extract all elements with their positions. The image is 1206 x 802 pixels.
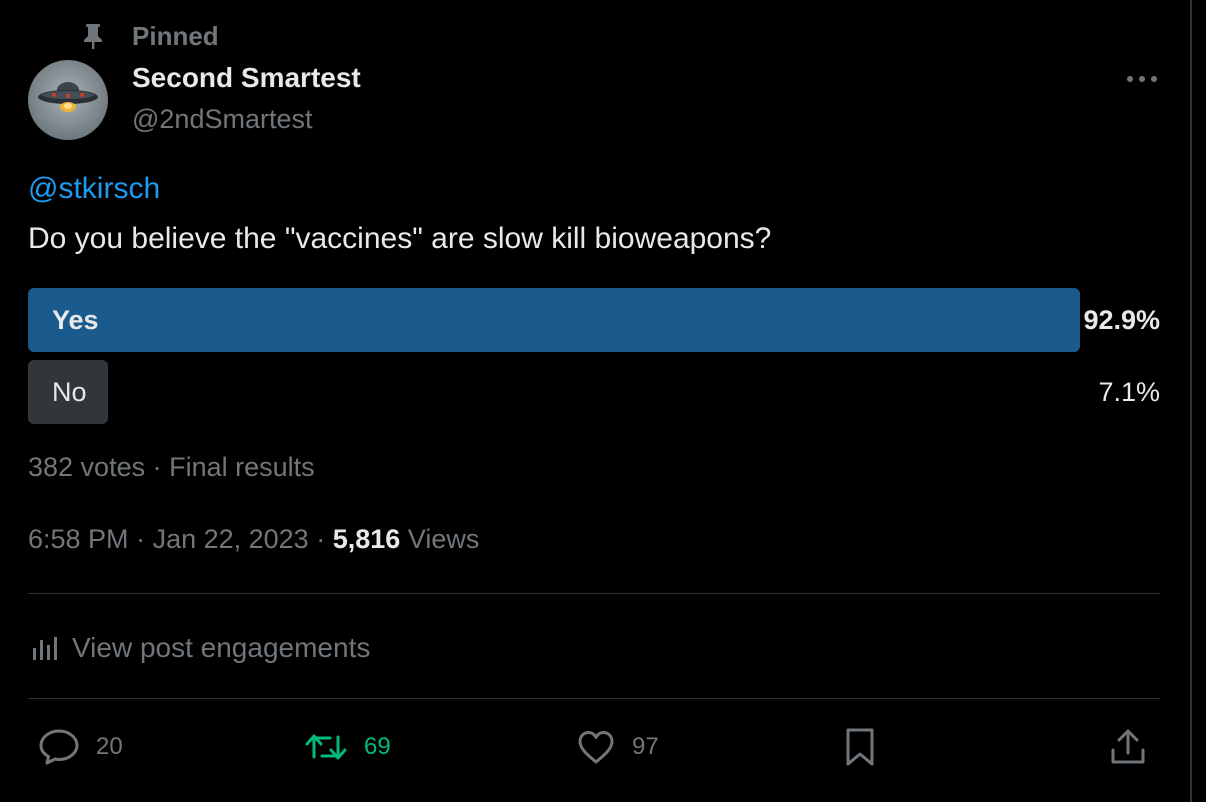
author-handle[interactable]: @2ndSmartest [132,104,312,135]
more-options-button[interactable] [1122,64,1162,94]
share-icon [1111,729,1145,764]
pinned-label: Pinned [132,20,219,51]
divider [28,593,1160,594]
bookmark-icon [846,728,874,766]
analytics-icon [33,637,57,660]
poll-option-label: No [52,377,87,407]
pinned-indicator: Pinned [80,20,219,52]
post-time[interactable]: 6:58 PM [28,524,129,554]
share-button[interactable] [1108,724,1148,770]
post-date[interactable]: Jan 22, 2023 [153,524,309,554]
repost-button[interactable]: 69 [304,724,391,770]
poll-option-label: Yes [52,305,99,335]
view-engagements-link[interactable]: View post engagements [30,628,370,668]
poll-summary: 382 votes · Final results [28,452,315,483]
poll-option-percent: 92.9% [1083,305,1160,335]
poll-status: Final results [169,452,315,482]
post-meta: 6:58 PM · Jan 22, 2023 · 5,816 Views [28,524,479,555]
reply-button[interactable]: 20 [38,724,123,770]
more-icon [1127,76,1157,82]
separator: · [308,524,333,554]
repost-icon [305,734,347,760]
separator: · [128,524,153,554]
timeline-border [1190,0,1192,802]
avatar[interactable] [28,60,108,140]
like-button[interactable]: 97 [576,724,659,770]
poll-option-no: No 7.1% [28,360,1160,424]
reply-icon [39,729,79,765]
pin-icon [80,22,106,50]
bookmark-button[interactable] [842,724,878,770]
repost-count: 69 [364,733,391,760]
views-label: Views [407,524,480,554]
post-text: Do you believe the "vaccines" are slow k… [28,222,772,255]
reply-count: 20 [96,733,123,760]
mention-link[interactable]: @stkirsch [28,172,160,206]
engagements-label: View post engagements [72,632,371,663]
like-icon [578,731,614,764]
author-name[interactable]: Second Smartest [132,62,361,94]
poll-bar-yes [28,288,1080,352]
divider [28,698,1160,699]
poll-votes: 382 votes [28,452,146,482]
poll-option-percent: 7.1% [1098,377,1160,407]
separator: · [145,452,170,482]
ufo-avatar-image [38,82,98,112]
poll-option-yes: Yes 92.9% [28,288,1160,352]
like-count: 97 [632,733,659,760]
views-count: 5,816 [332,524,401,554]
